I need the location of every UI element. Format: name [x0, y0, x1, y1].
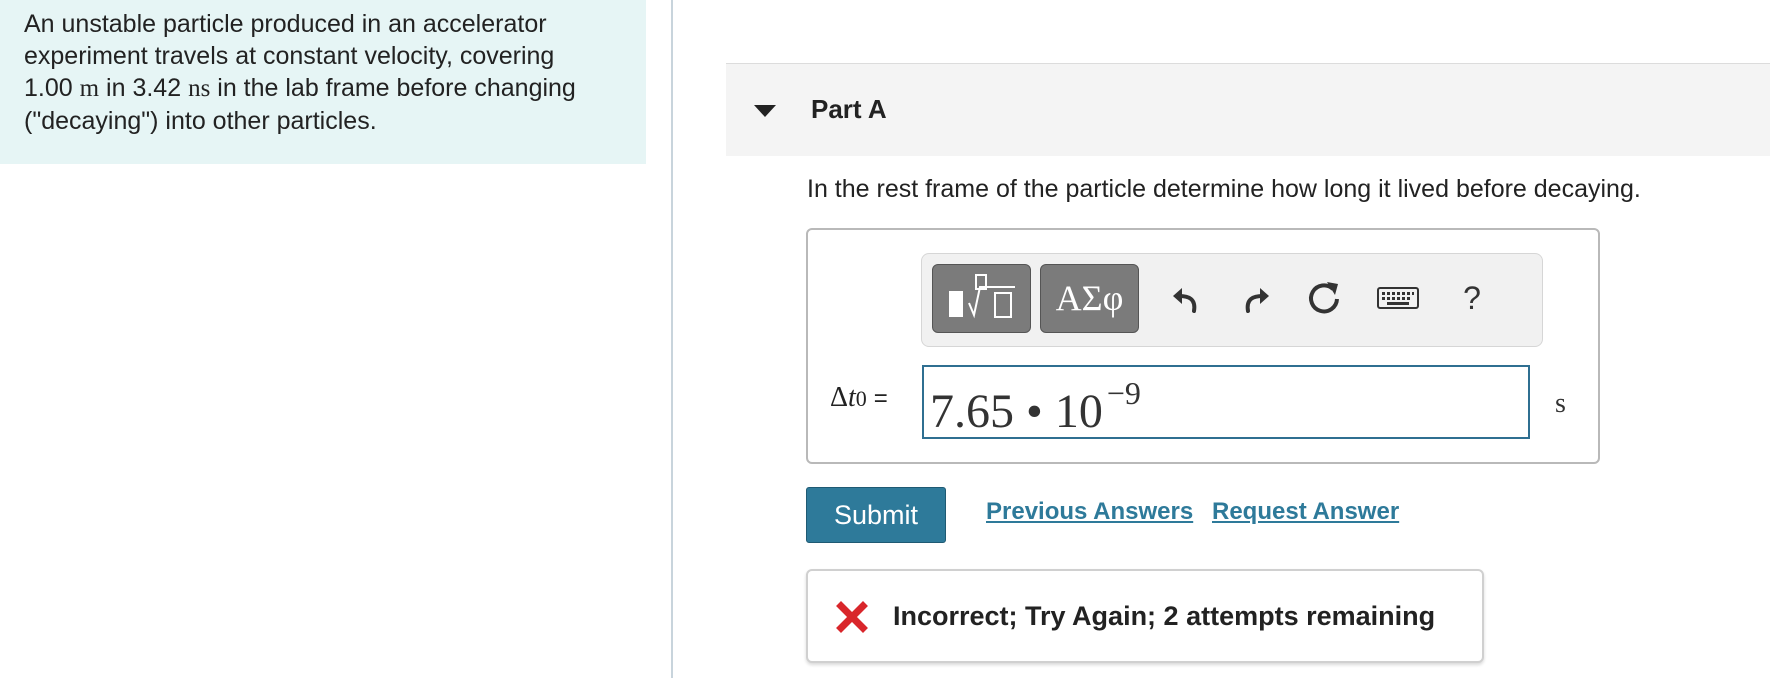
feedback-message: Incorrect; Try Again; 2 attempts remaini… [893, 601, 1436, 631]
problem-line-3: 1.00 m in 3.42 ns in the lab frame befor… [24, 72, 624, 105]
column-divider [671, 0, 673, 678]
problem-line-2: experiment travels at constant velocity,… [24, 42, 555, 70]
answer-label: Δt0 = [830, 382, 888, 414]
answer-times: • [1026, 385, 1043, 438]
collapse-caret-icon[interactable] [754, 105, 776, 117]
distance-value: 1.00 [24, 74, 73, 102]
part-title: Part A [811, 94, 887, 124]
distance-unit: m [79, 75, 100, 102]
keyboard-button[interactable] [1372, 270, 1424, 326]
feedback-box: Incorrect; Try Again; 2 attempts remaini… [806, 569, 1484, 663]
equals-sign: = [873, 385, 888, 412]
math-toolbar: ΑΣφ ? [921, 253, 1543, 347]
question-text: In the rest frame of the particle determ… [807, 175, 1641, 203]
answer-unit: s [1555, 388, 1566, 419]
variable-t: t [848, 382, 856, 413]
problem-panel: An unstable particle produced in an acce… [0, 0, 646, 164]
problem-line-3-mid: in [106, 74, 126, 102]
time-unit: ns [188, 75, 211, 102]
reset-icon [1309, 282, 1339, 314]
answer-exponent: −9 [1106, 375, 1141, 411]
subscript-zero: 0 [855, 386, 867, 411]
part-header[interactable]: Part A [726, 63, 1770, 156]
undo-button[interactable] [1160, 270, 1212, 326]
templates-button[interactable] [932, 264, 1031, 333]
templates-icon [949, 274, 1015, 319]
keyboard-icon [1377, 287, 1419, 309]
submit-button[interactable]: Submit [806, 487, 946, 543]
answer-mantissa: 7.65 [930, 385, 1014, 438]
redo-icon [1245, 288, 1269, 313]
problem-line-1: An unstable particle produced in an acce… [24, 10, 547, 38]
reset-button[interactable] [1298, 270, 1350, 326]
answer-input[interactable]: 7.65 • 10 −9 [922, 365, 1530, 439]
problem-statement: An unstable particle produced in an acce… [24, 8, 624, 137]
greek-symbols-button[interactable]: ΑΣφ [1040, 264, 1139, 333]
redo-button[interactable] [1230, 270, 1282, 326]
x-icon [836, 601, 868, 633]
undo-icon [1173, 288, 1197, 313]
delta-symbol: Δ [830, 382, 849, 413]
time-value: 3.42 [132, 74, 182, 102]
answer-value: 7.65 • 10 −9 [930, 375, 1141, 439]
request-answer-link[interactable]: Request Answer [1212, 498, 1399, 526]
problem-line-3-end: in the lab frame before changing [217, 74, 576, 102]
problem-line-4: ("decaying") into other particles. [24, 107, 377, 135]
previous-answers-link[interactable]: Previous Answers [986, 498, 1193, 526]
help-button[interactable]: ? [1446, 270, 1498, 326]
answer-base: 10 [1054, 385, 1103, 438]
answer-box: ΑΣφ ? Δt0 = 7.65 • 10 −9 s [806, 228, 1600, 464]
